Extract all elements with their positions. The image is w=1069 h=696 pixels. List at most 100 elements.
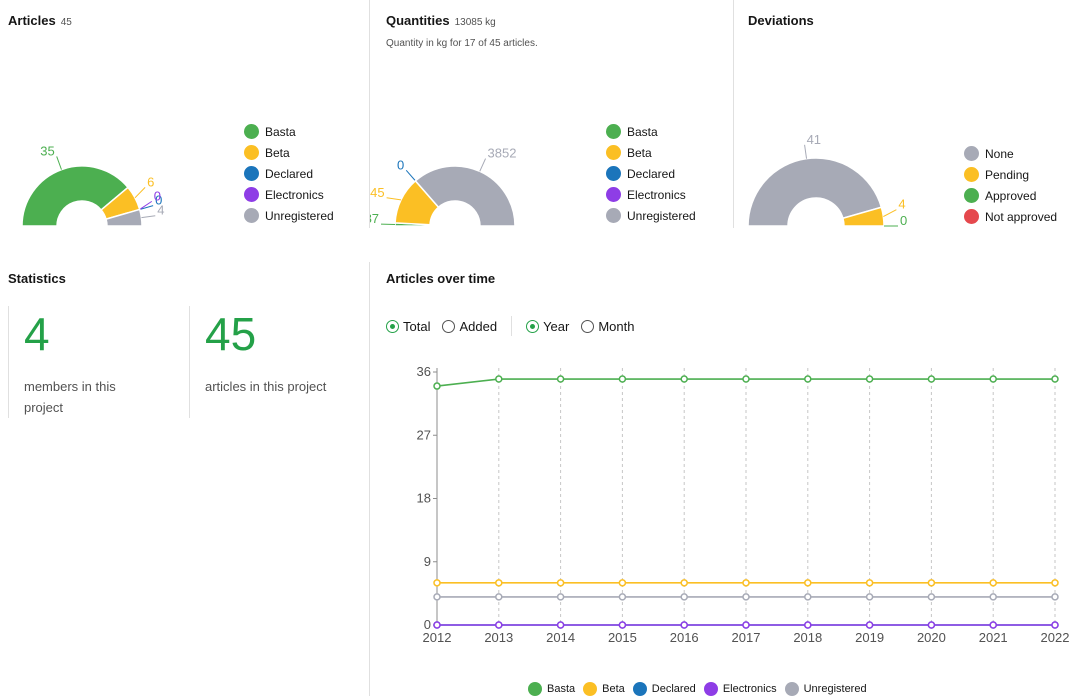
- data-point-electronics[interactable]: [1051, 621, 1059, 629]
- data-point-beta[interactable]: [618, 579, 627, 587]
- legend-item[interactable]: Basta: [244, 121, 334, 142]
- data-point-electronics[interactable]: [618, 621, 627, 629]
- data-point-unregistered[interactable]: [618, 593, 627, 601]
- data-point-beta[interactable]: [865, 579, 874, 587]
- legend-dot: [606, 124, 621, 139]
- data-point-electronics[interactable]: [433, 621, 441, 629]
- data-point-basta[interactable]: [804, 375, 812, 383]
- data-point-electronics[interactable]: [989, 621, 997, 629]
- data-point-beta[interactable]: [989, 579, 997, 587]
- legend-item[interactable]: Pending: [964, 164, 1057, 185]
- legend-item[interactable]: Unregistered: [784, 682, 867, 696]
- data-point-unregistered[interactable]: [1051, 593, 1059, 601]
- x-tick-label: 2012: [423, 630, 452, 645]
- data-point-beta[interactable]: [927, 579, 936, 587]
- quantities-title-text: Quantities: [386, 13, 450, 28]
- data-point-electronics[interactable]: [865, 621, 874, 629]
- articles-donut-chart: 356004: [21, 143, 165, 227]
- data-point-basta[interactable]: [680, 375, 688, 383]
- y-tick-label: 0: [424, 617, 431, 632]
- data-point-basta[interactable]: [989, 375, 997, 383]
- x-tick-label: 2014: [546, 630, 575, 645]
- data-point-beta[interactable]: [495, 579, 503, 587]
- legend-item[interactable]: Declared: [244, 163, 334, 184]
- legend-dot: [244, 187, 259, 202]
- data-point-electronics[interactable]: [556, 621, 565, 629]
- legend-item[interactable]: Beta: [606, 142, 696, 163]
- over-time-title: Articles over time: [386, 271, 496, 286]
- data-point-unregistered[interactable]: [989, 593, 997, 601]
- legend-item[interactable]: Electronics: [244, 184, 334, 205]
- legend-dot: [964, 167, 979, 182]
- data-point-basta[interactable]: [556, 375, 565, 383]
- data-point-electronics[interactable]: [927, 621, 936, 629]
- data-point-basta[interactable]: [433, 382, 441, 390]
- legend-item[interactable]: Not approved: [964, 206, 1057, 227]
- data-point-beta[interactable]: [433, 579, 441, 587]
- data-point-unregistered[interactable]: [680, 593, 688, 601]
- legend-item[interactable]: Unregistered: [606, 205, 696, 226]
- legend-dot: [583, 682, 598, 696]
- data-point-electronics[interactable]: [680, 621, 688, 629]
- donut-value-label: 41: [807, 132, 821, 147]
- data-point-unregistered[interactable]: [433, 593, 441, 601]
- data-point-beta[interactable]: [556, 579, 565, 587]
- data-point-basta[interactable]: [865, 375, 874, 383]
- data-point-beta[interactable]: [1051, 579, 1059, 587]
- members-label-line2: project: [24, 400, 64, 415]
- radio-circle: [386, 319, 399, 333]
- legend-dot: [244, 208, 259, 223]
- data-point-electronics[interactable]: [495, 621, 503, 629]
- filter-added-radio[interactable]: Added: [442, 319, 497, 334]
- data-point-beta[interactable]: [804, 579, 812, 587]
- filter-year-radio[interactable]: Year: [526, 319, 569, 334]
- legend-item[interactable]: Basta: [606, 121, 696, 142]
- data-point-unregistered[interactable]: [927, 593, 936, 601]
- x-tick-label: 2017: [732, 630, 761, 645]
- donut-value-label: 4: [157, 203, 164, 218]
- legend-label: Beta: [627, 145, 652, 160]
- data-point-unregistered[interactable]: [556, 593, 565, 601]
- articles-title: Articles 45: [8, 13, 72, 28]
- data-point-basta[interactable]: [618, 375, 627, 383]
- data-point-unregistered[interactable]: [742, 593, 750, 601]
- legend-item[interactable]: Declared: [606, 163, 696, 184]
- legend-item[interactable]: Approved: [964, 185, 1057, 206]
- legend-item[interactable]: Beta: [244, 142, 334, 163]
- data-point-basta[interactable]: [742, 375, 750, 383]
- legend-item[interactable]: Electronics: [703, 682, 777, 696]
- data-point-unregistered[interactable]: [804, 593, 812, 601]
- filter-month-radio[interactable]: Month: [581, 319, 634, 334]
- data-point-basta[interactable]: [1051, 375, 1059, 383]
- legend-item[interactable]: Basta: [528, 682, 575, 696]
- data-point-basta[interactable]: [495, 375, 503, 383]
- legend-item[interactable]: None: [964, 143, 1057, 164]
- legend-item[interactable]: Electronics: [606, 184, 696, 205]
- quantities-donut-chart: 87 1345 0 3852: [370, 146, 516, 227]
- quantities-total: 13085 kg: [454, 17, 496, 28]
- legend-item[interactable]: Beta: [583, 682, 625, 696]
- x-tick-label: 2015: [608, 630, 637, 645]
- data-point-unregistered[interactable]: [865, 593, 874, 601]
- y-tick-label: 9: [424, 554, 431, 569]
- legend-dot: [606, 187, 621, 202]
- data-point-beta[interactable]: [680, 579, 688, 587]
- data-point-beta[interactable]: [742, 579, 750, 587]
- data-point-electronics[interactable]: [804, 621, 812, 629]
- deviations-title: Deviations: [748, 13, 814, 28]
- donut-value-label: 0: [154, 188, 161, 203]
- legend-item[interactable]: Declared: [632, 682, 696, 696]
- data-point-unregistered[interactable]: [495, 593, 503, 601]
- data-point-electronics[interactable]: [742, 621, 750, 629]
- legend-dot: [703, 682, 718, 696]
- legend-item[interactable]: Unregistered: [244, 205, 334, 226]
- legend-dot: [244, 124, 259, 139]
- donut-label-leader: [134, 187, 146, 199]
- donut-value-label: 0: [900, 213, 907, 228]
- donut-value-label: 87: [370, 211, 379, 226]
- filter-total-radio[interactable]: Total: [386, 319, 430, 334]
- data-point-basta[interactable]: [927, 375, 936, 383]
- donut-label-leader: [804, 144, 808, 159]
- legend-label: Unregistered: [265, 208, 334, 223]
- statistics-title: Statistics: [8, 271, 66, 286]
